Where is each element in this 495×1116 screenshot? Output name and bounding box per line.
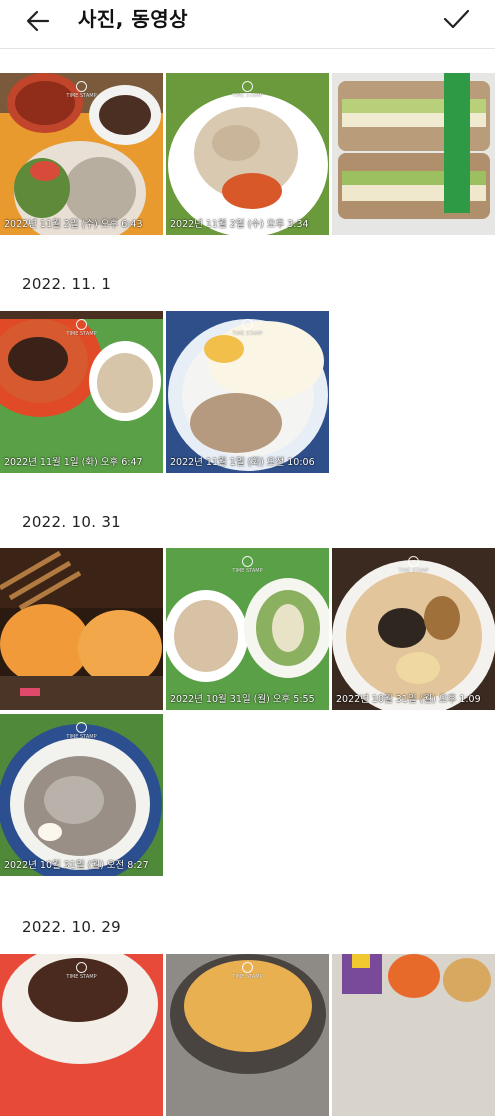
watermark-text: TIME STAMP bbox=[66, 93, 97, 99]
photo-thumbnail[interactable] bbox=[332, 73, 495, 235]
timestamp-watermark: TIME STAMP bbox=[332, 556, 495, 574]
timestamp-watermark: TIME STAMP bbox=[166, 319, 329, 337]
photo-timestamp: 2022년 11월 1일 (화) 오후 6:47 bbox=[4, 457, 143, 468]
watermark-text: TIME STAMP bbox=[66, 974, 97, 980]
photo-timestamp: 2022년 10월 31일 (월) 오후 1:09 bbox=[336, 694, 481, 705]
photo-thumbnail[interactable]: TIME STAMP 2022년 10월 31일 (월) 오후 5:55 bbox=[166, 548, 329, 710]
watermark-text: TIME STAMP bbox=[66, 331, 97, 337]
app-header: 사진, 동영상 bbox=[0, 0, 495, 49]
timestamp-watermark: TIME STAMP bbox=[166, 962, 329, 980]
watermark-text: TIME STAMP bbox=[232, 331, 263, 337]
photo-timestamp: 2022년 11월 2일 (수) 오후 3:34 bbox=[170, 219, 309, 230]
photo-thumbnail[interactable]: TIME STAMP 2022년 11월 1일 (화) 오전 10:06 bbox=[166, 311, 329, 473]
photo-timestamp: 2022년 11월 1일 (화) 오전 10:06 bbox=[170, 457, 315, 468]
photo-thumbnail[interactable]: TIME STAMP 2022년 11월 2일 (수) 오후 6:43 bbox=[0, 73, 163, 235]
watermark-text: TIME STAMP bbox=[66, 734, 97, 740]
photo-thumbnail[interactable]: TIME STAMP 2022년 10월 31일 (월) 오후 1:09 bbox=[332, 548, 495, 710]
photo-thumbnail[interactable]: TIME STAMP bbox=[166, 954, 329, 1116]
photo-thumbnail[interactable]: TIME STAMP 2022년 10월 31일 (월) 오전 8:27 bbox=[0, 714, 163, 876]
confirm-button[interactable] bbox=[439, 4, 473, 34]
photo-timestamp: 2022년 10월 31일 (월) 오후 5:55 bbox=[170, 694, 315, 705]
timestamp-watermark: TIME STAMP bbox=[0, 722, 163, 740]
date-header: 2022. 10. 29 bbox=[22, 918, 122, 936]
arrow-left-icon bbox=[26, 10, 50, 32]
back-button[interactable] bbox=[22, 6, 56, 36]
timestamp-watermark: TIME STAMP bbox=[166, 81, 329, 99]
timestamp-watermark: TIME STAMP bbox=[0, 962, 163, 980]
timestamp-watermark: TIME STAMP bbox=[0, 319, 163, 337]
date-header: 2022. 11. 1 bbox=[22, 275, 112, 293]
timestamp-watermark: TIME STAMP bbox=[0, 81, 163, 99]
food-photo bbox=[332, 954, 495, 1116]
watermark-text: TIME STAMP bbox=[398, 568, 429, 574]
timestamp-watermark: TIME STAMP bbox=[166, 556, 329, 574]
page-title: 사진, 동영상 bbox=[78, 7, 189, 31]
food-photo bbox=[332, 73, 495, 235]
photo-thumbnail[interactable] bbox=[0, 548, 163, 710]
photo-thumbnail[interactable] bbox=[332, 954, 495, 1116]
photo-timestamp: 2022년 10월 31일 (월) 오전 8:27 bbox=[4, 860, 149, 871]
watermark-text: TIME STAMP bbox=[232, 974, 263, 980]
photo-thumbnail[interactable]: TIME STAMP 2022년 11월 2일 (수) 오후 3:34 bbox=[166, 73, 329, 235]
watermark-text: TIME STAMP bbox=[232, 93, 263, 99]
checkmark-icon bbox=[443, 9, 470, 29]
photo-thumbnail[interactable]: TIME STAMP bbox=[0, 954, 163, 1116]
photo-thumbnail[interactable]: TIME STAMP 2022년 11월 1일 (화) 오후 6:47 bbox=[0, 311, 163, 473]
food-photo bbox=[0, 548, 163, 710]
watermark-text: TIME STAMP bbox=[232, 568, 263, 574]
date-header: 2022. 10. 31 bbox=[22, 513, 122, 531]
photo-timestamp: 2022년 11월 2일 (수) 오후 6:43 bbox=[4, 219, 143, 230]
